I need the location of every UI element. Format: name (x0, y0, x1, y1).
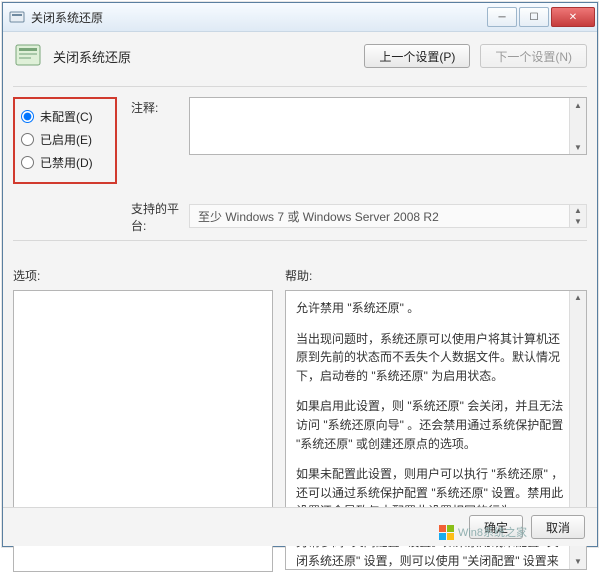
scroll-up-icon: ▲ (571, 205, 585, 216)
scroll-up-icon[interactable]: ▲ (571, 98, 585, 112)
header-left: 关闭系统还原 (13, 40, 354, 72)
next-setting-button: 下一个设置(N) (480, 44, 587, 68)
window-controls: ─ ☐ ✕ (487, 7, 595, 27)
radio-not-configured-input[interactable] (21, 110, 34, 123)
window-frame: 关闭系统还原 ─ ☐ ✕ 关闭系统还原 上一个设置(P (2, 2, 598, 547)
radio-enabled[interactable]: 已启用(E) (21, 128, 109, 151)
help-paragraph: 当出现问题时，系统还原可以使用户将其计算机还原到先前的状态而不丢失个人数据文件。… (296, 330, 564, 386)
nav-buttons: 上一个设置(P) 下一个设置(N) (364, 44, 587, 68)
radio-not-configured-label: 未配置(C) (40, 108, 93, 125)
radio-enabled-input[interactable] (21, 133, 34, 146)
comment-scrollbar[interactable]: ▲ ▼ (569, 98, 586, 154)
comment-label: 注释: (131, 97, 189, 116)
help-paragraph: 允许禁用 "系统还原" 。 (296, 299, 564, 318)
footer: 确定 取消 Win8系统之家 (3, 507, 597, 546)
platform-scrollbar: ▲ ▼ (569, 205, 586, 227)
comment-textarea[interactable]: ▲ ▼ (189, 97, 587, 155)
lower-panels: 选项: 帮助: 允许禁用 "系统还原" 。 当出现问题时，系统还原可以使用户将其… (13, 267, 587, 507)
radio-not-configured[interactable]: 未配置(C) (21, 105, 109, 128)
window-title: 关闭系统还原 (31, 9, 487, 26)
ok-button[interactable]: 确定 (469, 515, 523, 539)
scroll-down-icon[interactable]: ▼ (571, 555, 585, 569)
divider (13, 240, 587, 241)
options-label: 选项: (13, 267, 273, 284)
policy-icon (13, 40, 45, 72)
platform-row: 支持的平台: 至少 Windows 7 或 Windows Server 200… (13, 198, 587, 234)
help-label: 帮助: (285, 267, 587, 284)
platform-value: 至少 Windows 7 或 Windows Server 2008 R2 (198, 208, 439, 225)
maximize-button[interactable]: ☐ (519, 7, 549, 27)
help-paragraph: 如果启用此设置，则 "系统还原" 会关闭，并且无法访问 "系统还原向导" 。还会… (296, 397, 564, 453)
scroll-down-icon: ▼ (571, 216, 585, 227)
scroll-up-icon[interactable]: ▲ (571, 291, 585, 305)
platform-label: 支持的平台: (131, 198, 189, 234)
minimize-button[interactable]: ─ (487, 7, 517, 27)
header-row: 关闭系统还原 上一个设置(P) 下一个设置(N) (13, 40, 587, 72)
config-row: 未配置(C) 已启用(E) 已禁用(D) 注释: ▲ ▼ (13, 97, 587, 184)
scroll-down-icon[interactable]: ▼ (571, 140, 585, 154)
windows-logo-icon (439, 525, 454, 540)
close-button[interactable]: ✕ (551, 7, 595, 27)
client-area: 关闭系统还原 上一个设置(P) 下一个设置(N) 未配置(C) 已启用(E) (3, 32, 597, 507)
radio-disabled[interactable]: 已禁用(D) (21, 151, 109, 174)
titlebar: 关闭系统还原 ─ ☐ ✕ (3, 3, 597, 32)
radio-disabled-input[interactable] (21, 156, 34, 169)
divider (13, 86, 587, 87)
app-icon (9, 9, 25, 25)
radio-enabled-label: 已启用(E) (40, 131, 92, 148)
previous-setting-button[interactable]: 上一个设置(P) (364, 44, 470, 68)
platform-text: 至少 Windows 7 或 Windows Server 2008 R2 ▲ … (189, 204, 587, 228)
cancel-button[interactable]: 取消 (531, 515, 585, 539)
radio-group-highlight: 未配置(C) 已启用(E) 已禁用(D) (13, 97, 117, 184)
radio-disabled-label: 已禁用(D) (40, 154, 93, 171)
page-title: 关闭系统还原 (53, 47, 131, 66)
